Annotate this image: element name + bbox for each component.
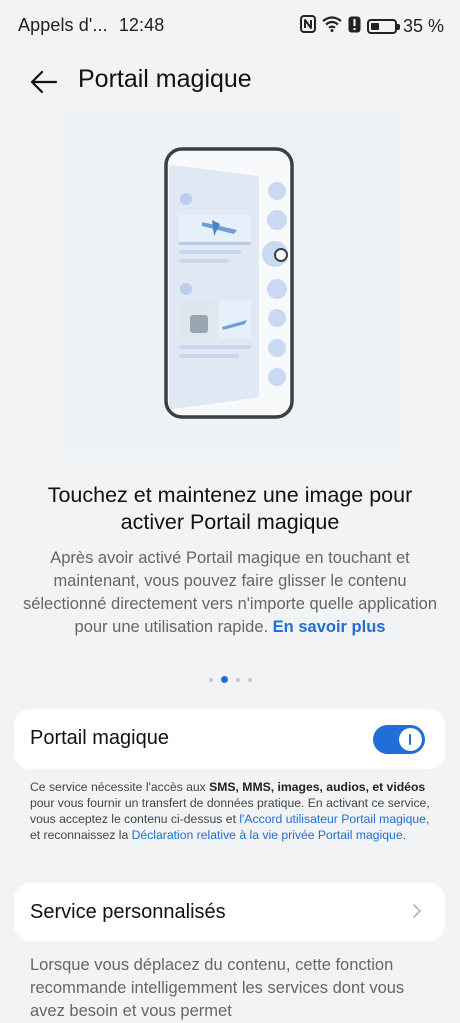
page-indicator [0, 676, 460, 683]
chevron-right-icon [413, 904, 421, 918]
carrier-label: Appels d'... [18, 15, 108, 35]
personalized-service-row[interactable]: Service personnalisés [14, 883, 445, 941]
legal-notice: Ce service nécessite l'accès aux SMS, MM… [30, 779, 432, 843]
legal-text-1: Ce service nécessite l'accès aux [30, 780, 210, 794]
magic-portal-toggle-row: Portail magique [14, 709, 445, 769]
service-description: Lorsque vous déplacez du contenu, cette … [30, 956, 405, 1020]
legal-text-4: . [402, 828, 406, 842]
page-title: Portail magique [78, 65, 252, 93]
legal-data-types: SMS, MMS, images, audios, et vidéos [209, 780, 426, 794]
service-row-label: Service personnalisés [30, 901, 226, 923]
status-bar: Appels d'... 12:48 35 % [0, 0, 460, 54]
arrow-left-icon [30, 70, 58, 94]
nfc-icon [299, 15, 316, 38]
page-dot [247, 677, 252, 682]
learn-more-link[interactable]: En savoir plus [273, 618, 386, 636]
magic-portal-switch[interactable] [373, 725, 425, 754]
alert-icon [348, 16, 361, 38]
battery-percent: 35 % [402, 16, 444, 36]
toggle-row-label: Portail magique [30, 727, 169, 749]
switch-knob [399, 728, 422, 751]
back-button[interactable] [26, 64, 62, 100]
feature-description: Après avoir activé Portail magique en to… [22, 547, 438, 639]
feature-headline: Touchez et maintenez une image pour acti… [47, 483, 413, 534]
user-agreement-link[interactable]: l'Accord utilisateur Portail magique [239, 812, 426, 826]
page-dot [235, 677, 240, 682]
battery-icon [366, 19, 400, 34]
status-right: 35 % [299, 15, 444, 38]
feature-illustration [62, 112, 400, 454]
page-dot [208, 677, 213, 682]
privacy-statement-link[interactable]: Déclaration relative à la vie privée Por… [132, 828, 403, 842]
page-dot-active [220, 676, 228, 683]
clock: 12:48 [118, 15, 165, 35]
battery-fill [370, 23, 379, 30]
app-header: Portail magique [0, 54, 460, 108]
wifi-icon [322, 16, 342, 37]
status-left: Appels d'... 12:48 [18, 15, 164, 36]
